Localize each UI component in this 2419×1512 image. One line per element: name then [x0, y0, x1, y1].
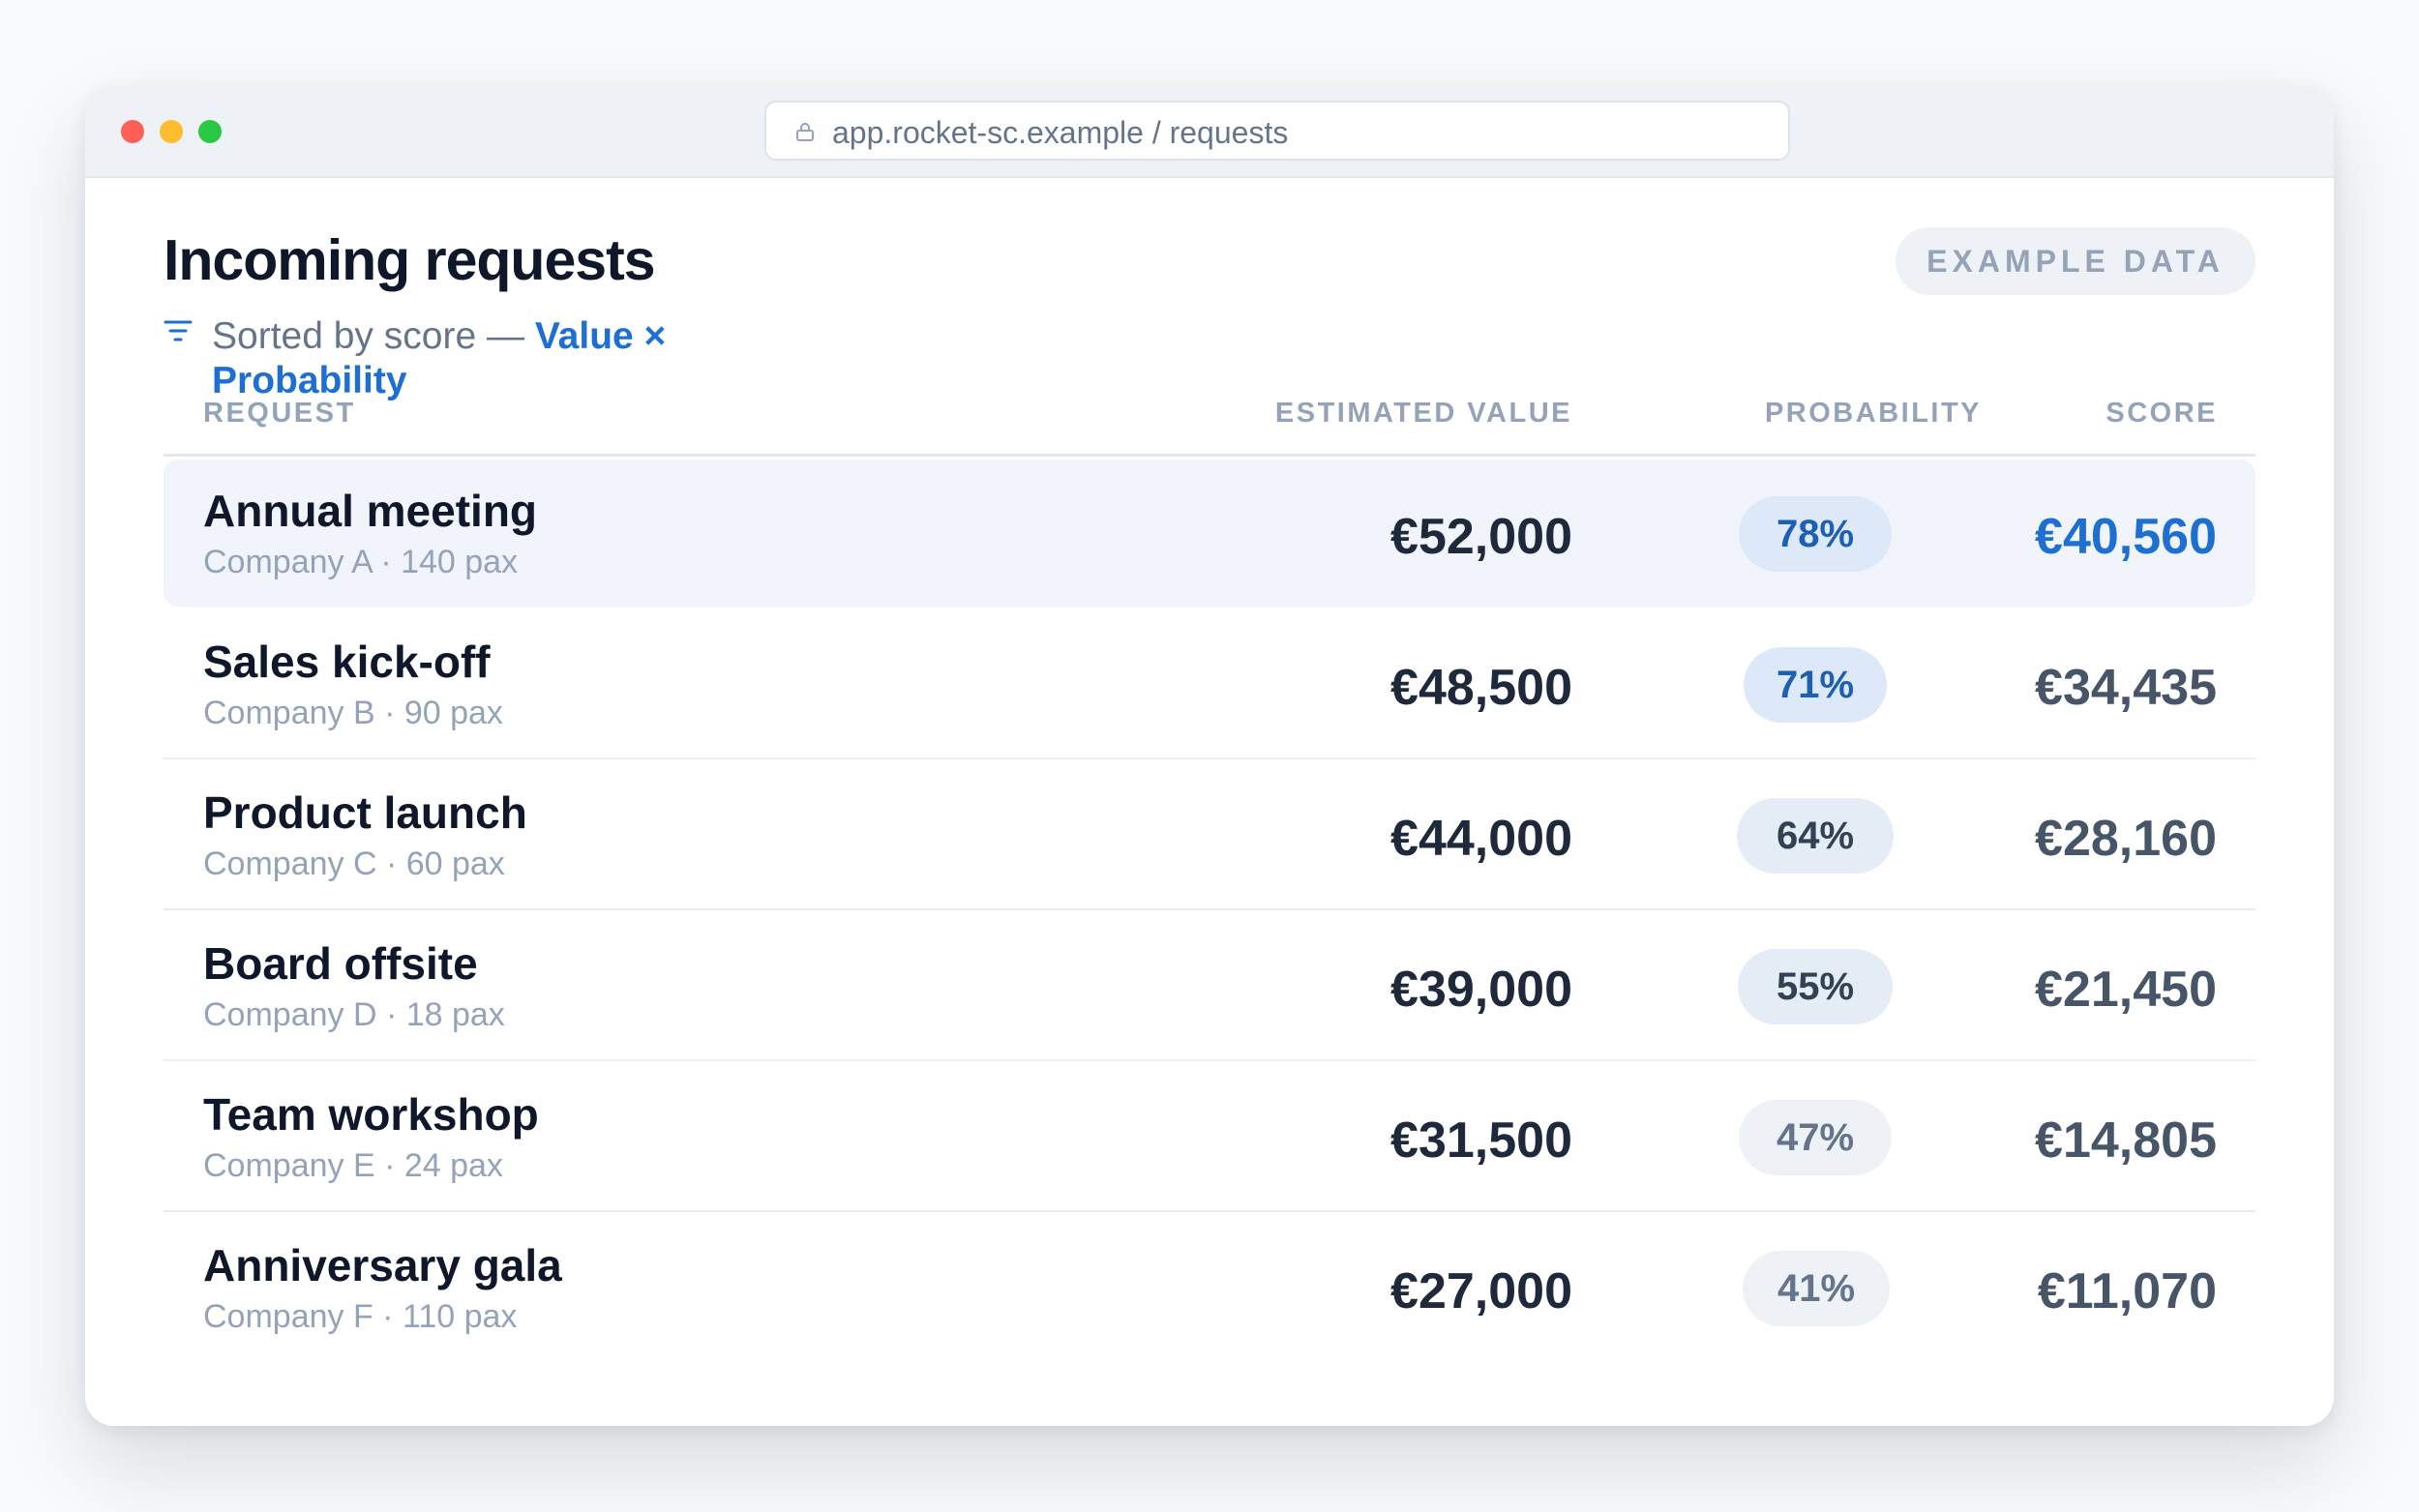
sort-icon	[164, 320, 193, 341]
score-value: €40,560	[2035, 509, 2217, 565]
table-row[interactable]: Sales kick-off Company B · 90 pax €48,50…	[164, 610, 2255, 759]
probability-pill: 64%	[1737, 798, 1894, 874]
address-bar[interactable]: app.rocket-sc.example / requests	[764, 101, 1790, 161]
estimated-value: €48,500	[1390, 660, 1572, 716]
score-value: €28,160	[2035, 811, 2217, 867]
request-details: Company E · 24 pax	[203, 1147, 503, 1184]
row-divider	[164, 1059, 2255, 1061]
column-header-estimated-value[interactable]: ESTIMATED VALUE	[1275, 398, 1572, 430]
close-window-button[interactable]	[121, 120, 144, 143]
column-header-probability[interactable]: PROBABILITY	[1728, 398, 2018, 430]
request-details: Company C · 60 pax	[203, 845, 505, 882]
maximize-window-button[interactable]	[198, 120, 222, 143]
estimated-value: €44,000	[1390, 811, 1572, 867]
request-name: Board offsite	[203, 938, 478, 989]
header-divider	[164, 454, 2255, 457]
request-name: Sales kick-off	[203, 637, 491, 687]
sort-description: Sorted by score — Value × Probability	[212, 314, 754, 403]
score-value: €14,805	[2035, 1112, 2217, 1169]
request-name: Annual meeting	[203, 486, 538, 536]
minimize-window-button[interactable]	[160, 120, 183, 143]
url-text: app.rocket-sc.example / requests	[832, 115, 1289, 150]
probability-pill: 47%	[1739, 1100, 1892, 1175]
estimated-value: €52,000	[1390, 509, 1572, 565]
probability-pill: 71%	[1744, 647, 1887, 723]
request-details: Company B · 90 pax	[203, 695, 503, 731]
request-details: Company A · 140 pax	[203, 544, 519, 580]
sort-prefix: Sorted by score —	[212, 315, 535, 357]
table-row[interactable]: Team workshop Company E · 24 pax €31,500…	[164, 1063, 2255, 1212]
page-title: Incoming requests	[164, 228, 656, 292]
table-row[interactable]: Product launch Company C · 60 pax €44,00…	[164, 761, 2255, 910]
row-divider	[164, 908, 2255, 910]
request-name: Product launch	[203, 787, 527, 838]
score-value: €21,450	[2035, 962, 2217, 1018]
estimated-value: €39,000	[1390, 962, 1572, 1018]
lock-icon	[796, 123, 814, 141]
row-divider	[164, 757, 2255, 759]
score-value: €34,435	[2035, 660, 2217, 716]
browser-window: app.rocket-sc.example / requests Incomin…	[85, 85, 2334, 1426]
estimated-value: €31,500	[1390, 1112, 1572, 1169]
table-row[interactable]: Annual meeting Company A · 140 pax €52,0…	[164, 460, 2255, 607]
probability-pill: 41%	[1743, 1251, 1890, 1326]
request-details: Company F · 110 pax	[203, 1298, 518, 1335]
column-header-request[interactable]: REQUEST	[203, 398, 356, 430]
estimated-value: €27,000	[1390, 1263, 1572, 1319]
probability-pill: 55%	[1738, 949, 1893, 1024]
probability-pill: 78%	[1739, 496, 1892, 572]
request-name: Anniversary gala	[203, 1240, 562, 1290]
row-divider	[164, 1210, 2255, 1212]
table-row[interactable]: Anniversary gala Company F · 110 pax €27…	[164, 1214, 2255, 1361]
column-header-score[interactable]: SCORE	[2105, 398, 2218, 430]
request-name: Team workshop	[203, 1089, 539, 1140]
request-details: Company D · 18 pax	[203, 996, 505, 1033]
table-row[interactable]: Board offsite Company D · 18 pax €39,000…	[164, 912, 2255, 1061]
example-data-badge: EXAMPLE DATA	[1896, 227, 2255, 295]
browser-chrome: app.rocket-sc.example / requests	[85, 85, 2334, 178]
score-value: €11,070	[2037, 1263, 2217, 1319]
